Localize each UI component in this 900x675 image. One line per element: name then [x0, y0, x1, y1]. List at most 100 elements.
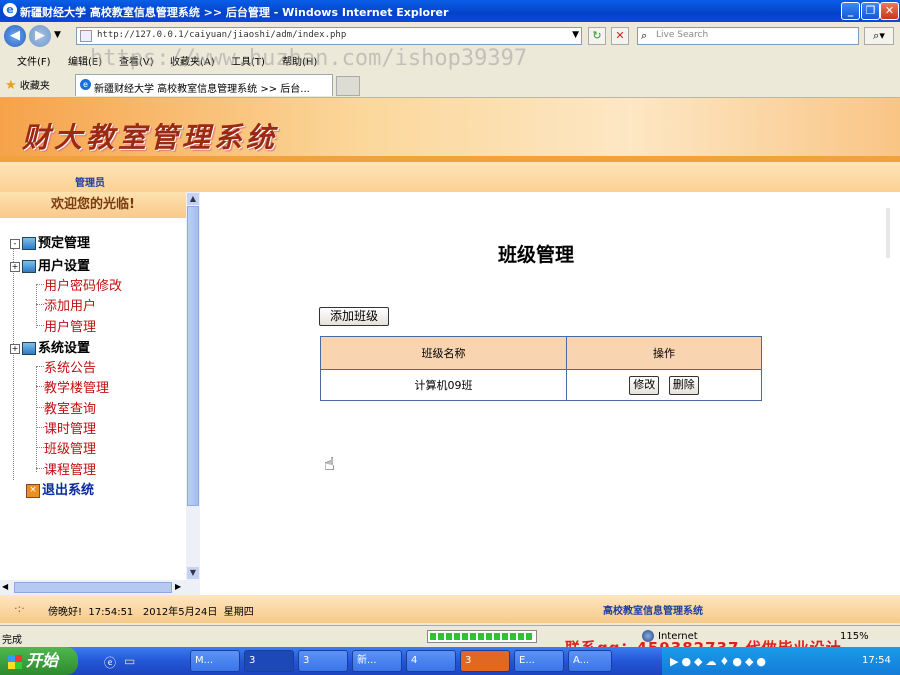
taskbar-button-7[interactable]: E...	[514, 650, 564, 672]
taskbar: 开始 ⓔ ▭ M... 3 3 新... 4 3 E... A... ▶●◆☁♦…	[0, 647, 900, 675]
search-icon: ⌕	[641, 29, 648, 42]
expand-icon[interactable]: +	[10, 261, 20, 272]
back-button[interactable]: ◀	[4, 25, 26, 47]
current-time: 17:54:51	[88, 607, 134, 618]
tree-item-user-manage[interactable]: 用户管理	[44, 316, 96, 335]
current-weekday: 星期四	[223, 607, 254, 618]
close-button[interactable]: ✕	[880, 2, 899, 20]
history-dropdown-icon[interactable]: ▼	[54, 30, 61, 40]
folder-icon	[22, 260, 36, 273]
search-go-button[interactable]: ⌕▾	[864, 27, 894, 45]
tray-icons[interactable]: ▶●◆☁♦●◆●	[670, 655, 769, 668]
tree-item-period[interactable]: 课时管理	[44, 418, 96, 437]
greeting-text: 傍晚好!	[48, 607, 83, 618]
quick-launch-folder-icon[interactable]: ▭	[124, 654, 135, 668]
window-title-bar[interactable]: e 新疆财经大学 高校教室信息管理系统 >> 后台管理 - Windows In…	[0, 0, 900, 22]
tree-label: 用户设置	[38, 259, 91, 274]
add-class-button[interactable]: 添加班级	[319, 307, 389, 326]
tree-label: 班级管理	[44, 442, 97, 457]
start-button[interactable]: 开始	[0, 647, 78, 675]
quick-launch-ie-icon[interactable]: ⓔ	[104, 654, 116, 671]
new-tab-button[interactable]	[336, 76, 360, 96]
scroll-up-icon[interactable]: ▲	[187, 193, 199, 205]
tree-item-class[interactable]: 班级管理	[44, 438, 96, 457]
tree-label: 教学楼管理	[44, 381, 110, 396]
tree-branch	[36, 407, 44, 408]
start-label: 开始	[26, 651, 59, 670]
tree-branch	[36, 386, 44, 387]
taskbar-button-4[interactable]: 新...	[352, 650, 402, 672]
exit-icon: ×	[26, 483, 40, 498]
taskbar-button-2[interactable]: 3	[244, 650, 294, 672]
search-input[interactable]: ⌕ Live Search	[637, 27, 859, 45]
collapse-icon[interactable]: -	[10, 238, 20, 249]
maximize-button[interactable]: ❐	[861, 2, 880, 20]
tree-item-password[interactable]: 用户密码修改	[44, 275, 122, 294]
tree-item-exit[interactable]: × 退出系统	[26, 479, 94, 498]
tree-item-course[interactable]: 课程管理	[44, 459, 96, 478]
favorites-button[interactable]: ★ 收藏夹	[5, 77, 50, 93]
taskbar-button-8[interactable]: A...	[568, 650, 612, 672]
sub-header-band: 管理员	[0, 162, 900, 192]
tree-item-classroom-query[interactable]: 教室查询	[44, 398, 96, 417]
search-placeholder: Live Search	[656, 30, 709, 40]
column-header-class-name: 班级名称	[320, 336, 567, 370]
address-dropdown-icon[interactable]: ▼	[572, 30, 579, 40]
minimize-button[interactable]: _	[841, 2, 860, 20]
app-header: 财大教室管理系统	[0, 98, 900, 162]
tab-active-label: 新疆财经大学 高校教室信息管理系统 >> 后台...	[94, 84, 310, 95]
sidebar-horizontal-scrollbar[interactable]: ◀ ▶	[0, 580, 186, 595]
main-scroll-indicator[interactable]	[886, 208, 890, 258]
main-content: 班级管理 添加班级 班级名称 操作 计算机09班 修改 删除 ☝	[200, 192, 900, 595]
table-header-row: 班级名称 操作	[320, 336, 762, 370]
scroll-thumb[interactable]	[187, 206, 199, 506]
taskbar-button-3[interactable]: 3	[298, 650, 348, 672]
forward-button[interactable]: ▶	[29, 25, 51, 47]
sidebar: 欢迎您的光临! - 预定管理 + 用户设置 用户密码修改 添加用户 用户管理 + 系统…	[0, 192, 200, 595]
tree-label: 用户管理	[44, 320, 97, 335]
page-title: 班级管理	[498, 244, 575, 266]
tree-item-building[interactable]: 教学楼管理	[44, 377, 109, 396]
tree-item-add-user[interactable]: 添加用户	[44, 295, 96, 314]
welcome-banner: 欢迎您的光临!	[0, 192, 186, 218]
tree-item-booking[interactable]: - 预定管理	[10, 232, 90, 251]
tree-label: 课程管理	[44, 463, 97, 478]
delete-button[interactable]: 删除	[668, 375, 699, 395]
tree-item-users[interactable]: + 用户设置	[10, 255, 90, 274]
sidebar-vertical-scrollbar[interactable]: ▲ ▼	[186, 192, 200, 595]
tree-item-notice[interactable]: 系统公告	[44, 357, 96, 376]
taskbar-button-5[interactable]: 4	[406, 650, 456, 672]
stop-icon[interactable]: ✕	[611, 27, 629, 45]
nav-tree: - 预定管理 + 用户设置 用户密码修改 添加用户 用户管理 + 系统设置 系统公告 …	[4, 222, 184, 577]
tree-branch	[36, 284, 44, 285]
expand-icon[interactable]: +	[10, 343, 20, 354]
tree-label: 用户密码修改	[44, 279, 123, 294]
menu-file[interactable]: 文件(F)	[17, 53, 51, 68]
progress-fill	[430, 633, 534, 640]
class-name-cell: 计算机09班	[320, 369, 567, 401]
tree-label: 系统设置	[38, 341, 91, 356]
star-icon: ★	[5, 78, 17, 93]
tree-label: 预定管理	[38, 236, 91, 251]
greeting-datetime: 傍晚好! 17:54:51 2012年5月24日 星期四	[48, 603, 254, 618]
taskbar-button-1[interactable]: M...	[190, 650, 240, 672]
scroll-down-icon[interactable]: ▼	[187, 567, 199, 579]
loading-progress	[427, 630, 537, 643]
taskbar-clock: 17:54	[862, 655, 891, 666]
scroll-right-icon[interactable]: ▶	[175, 582, 181, 591]
scroll-thumb[interactable]	[14, 582, 172, 593]
tree-label: 添加用户	[44, 299, 97, 314]
taskbar-button-6[interactable]: 3	[460, 650, 510, 672]
folder-icon	[22, 237, 36, 250]
tab-active[interactable]: e 新疆财经大学 高校教室信息管理系统 >> 后台...	[75, 74, 333, 96]
edit-button[interactable]: 修改	[629, 375, 660, 395]
tree-item-system[interactable]: + 系统设置	[10, 337, 90, 356]
table-row: 计算机09班 修改 删除	[320, 369, 762, 401]
address-field[interactable]: http://127.0.0.1/caiyuan/jiaoshi/adm/ind…	[76, 27, 582, 45]
folder-icon	[22, 342, 36, 355]
tree-branch	[36, 304, 44, 305]
scroll-left-icon[interactable]: ◀	[2, 582, 8, 591]
favorites-label: 收藏夹	[19, 81, 50, 92]
zoom-level[interactable]: 115%	[840, 631, 869, 642]
refresh-icon[interactable]: ↻	[588, 27, 606, 45]
